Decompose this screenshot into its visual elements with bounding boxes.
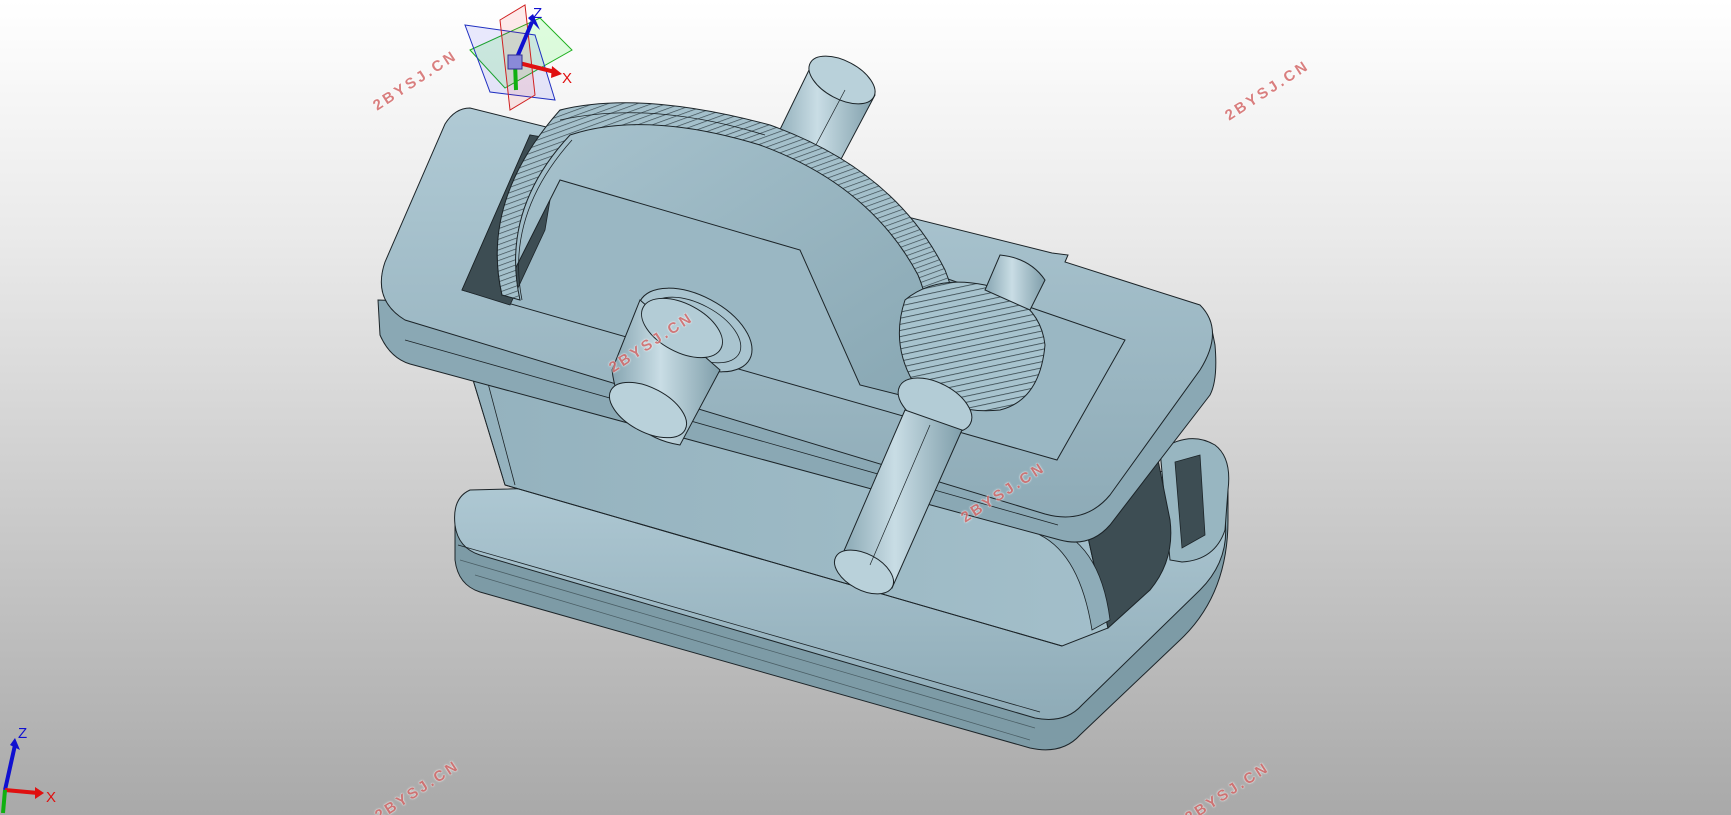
view-triad[interactable]: Z X xyxy=(1,725,56,814)
gearbox-model[interactable]: Z X Z X xyxy=(0,0,1731,815)
view-triad-z-label: Z xyxy=(18,725,27,742)
3d-viewport[interactable]: Z X Z X 2BYSJ.CN 2BYSJ.CN 2BYSJ.CN 2BYSJ… xyxy=(0,0,1731,815)
view-triad-x-label: X xyxy=(46,789,56,806)
model-triad: Z X xyxy=(464,4,573,111)
triad-z-label: Z xyxy=(533,5,542,22)
triad-x-label: X xyxy=(562,70,572,87)
